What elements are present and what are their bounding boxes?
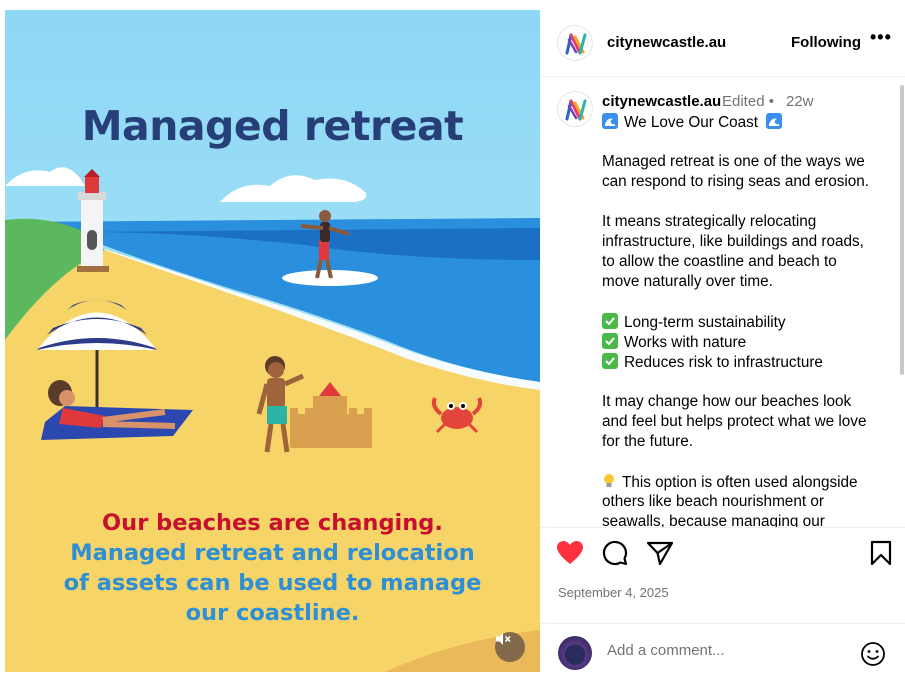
send-icon <box>646 541 674 566</box>
caption-line: move naturally over time. <box>602 273 773 290</box>
caption-area: citynewcastle.au Edited • 22w We Love Ou… <box>540 77 905 527</box>
post-media[interactable]: Managed retreat Our beaches are changing… <box>5 10 540 672</box>
caption-line: This option is often used alongside <box>602 473 858 494</box>
caption-line: Long-term sustainability <box>602 313 786 334</box>
caption-scrollbar[interactable] <box>900 85 904 375</box>
smiley-icon <box>861 642 885 666</box>
caption-line: seawalls, because managing our <box>602 513 825 527</box>
check-mark-icon <box>602 353 618 374</box>
comment-button[interactable] <box>602 540 628 571</box>
caption-avatar[interactable] <box>557 91 593 127</box>
caption-line: and feel but helps protect what we love <box>602 413 867 430</box>
post-header: citynewcastle.au Following ••• <box>540 10 905 77</box>
check-mark-icon <box>602 333 618 354</box>
caption-line: can respond to rising seas and erosion. <box>602 173 870 190</box>
caption-line: It may change how our beaches look <box>602 393 852 410</box>
caption-username[interactable]: citynewcastle.au <box>602 93 721 110</box>
current-user-avatar <box>558 636 592 670</box>
instagram-post: Managed retreat Our beaches are changing… <box>0 0 905 673</box>
heart-icon <box>557 541 583 564</box>
more-options-button[interactable]: ••• <box>870 27 892 48</box>
wave-icon <box>766 113 783 134</box>
caption-line: We Love Our Coast <box>602 113 788 134</box>
save-button[interactable] <box>870 540 892 571</box>
media-caption-blue: Managed retreat and relocation of assets… <box>5 538 540 628</box>
caption-line: It means strategically relocating <box>602 213 817 230</box>
wave-icon <box>602 113 618 134</box>
post-actions: September 4, 2025 <box>540 527 905 672</box>
light-bulb-icon <box>602 473 616 494</box>
comment-icon <box>602 540 628 566</box>
caption-line: others like beach nourishment or <box>602 493 824 510</box>
following-button[interactable]: Following <box>791 34 861 51</box>
media-caption-red: Our beaches are changing. <box>102 510 443 536</box>
post-date[interactable]: September 4, 2025 <box>558 585 669 600</box>
caption-line: to allow the coastline and beach to <box>602 253 837 270</box>
emoji-button[interactable] <box>860 641 886 672</box>
post-age[interactable]: 22w <box>786 93 814 110</box>
comment-row <box>540 623 905 673</box>
volume-off-icon <box>496 633 511 645</box>
media-caption-blue-line: our coastline. <box>185 600 360 626</box>
check-mark-icon <box>602 313 618 334</box>
caption-line: Reduces risk to infrastructure <box>602 353 823 374</box>
city-logo-icon <box>565 99 587 121</box>
caption-line: infrastructure, like buildings and roads… <box>602 233 864 250</box>
media-caption-blue-line: Managed retreat and relocation <box>70 540 475 566</box>
media-title: Managed retreat <box>81 102 464 150</box>
like-button[interactable] <box>556 540 584 571</box>
caption-line: Managed retreat is one of the ways we <box>602 153 865 170</box>
bookmark-icon <box>870 540 892 566</box>
media-caption-blue-line: of assets can be used to manage <box>63 570 482 596</box>
share-button[interactable] <box>646 540 674 571</box>
comment-input[interactable] <box>607 642 847 659</box>
caption-line: for the future. <box>602 433 693 450</box>
caption-line: Works with nature <box>602 333 746 354</box>
edited-label: Edited • <box>722 93 774 110</box>
post-side-panel: citynewcastle.au Following ••• citynewca… <box>540 10 905 672</box>
profile-avatar[interactable] <box>557 25 593 61</box>
mute-button[interactable] <box>495 632 525 662</box>
city-logo-icon <box>565 33 587 55</box>
header-username[interactable]: citynewcastle.au <box>607 34 726 51</box>
